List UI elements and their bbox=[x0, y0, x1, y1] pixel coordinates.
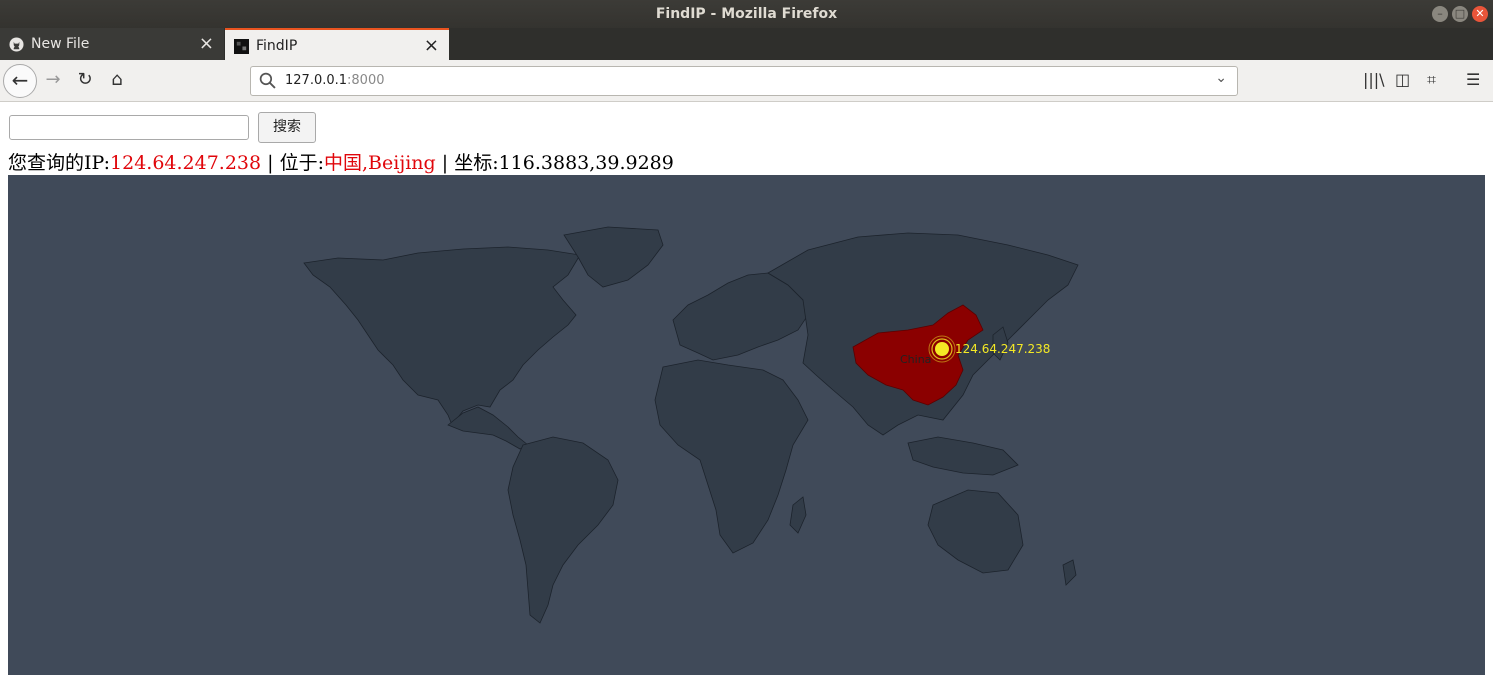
ip-label: 您查询的IP: bbox=[8, 152, 111, 174]
address-bar[interactable]: 127.0.0.1:8000 ⌄ bbox=[250, 66, 1238, 96]
forward-button[interactable]: → bbox=[40, 67, 66, 93]
australia-region[interactable] bbox=[927, 489, 1024, 574]
window-titlebar: FindIP - Mozilla Firefox – □ ✕ bbox=[0, 0, 1493, 28]
screenshot-icon[interactable]: ⌗ bbox=[1427, 70, 1436, 90]
south-america-region[interactable] bbox=[507, 436, 619, 624]
tab-new-file[interactable]: New File × bbox=[0, 28, 224, 60]
back-button[interactable]: ← bbox=[3, 64, 37, 98]
close-window-button[interactable]: ✕ bbox=[1472, 6, 1488, 22]
location-value: 中国,Beijing bbox=[324, 152, 436, 174]
greenland-region[interactable] bbox=[563, 226, 664, 288]
nav-toolbar: ← → ↻ ⌂ 127.0.0.1:8000 ⌄ |||\ ◫ ⌗ ☰ bbox=[0, 60, 1493, 102]
close-tab-icon[interactable]: × bbox=[199, 33, 214, 54]
minimize-button[interactable]: – bbox=[1432, 6, 1448, 22]
search-icon bbox=[259, 72, 276, 89]
home-icon[interactable]: ⌂ bbox=[104, 67, 130, 93]
ip-search-input[interactable] bbox=[9, 115, 249, 140]
world-map[interactable]: China 124.64.247.238 bbox=[8, 175, 1485, 675]
ip-info-line: 您查询的IP:124.64.247.238 | 位于:中国,Beijing | … bbox=[8, 148, 674, 175]
madagascar-region[interactable] bbox=[789, 496, 807, 534]
china-label: China bbox=[900, 353, 931, 366]
marker-label: 124.64.247.238 bbox=[955, 342, 1050, 356]
separator: | bbox=[261, 152, 280, 174]
coordinate-label: 坐标: bbox=[454, 152, 499, 174]
tab-label: FindIP bbox=[256, 38, 298, 54]
ip-value: 124.64.247.238 bbox=[110, 152, 262, 174]
marker-dot bbox=[935, 342, 949, 356]
new-zealand-region[interactable] bbox=[1062, 559, 1077, 586]
tab-findip[interactable]: FindIP × bbox=[225, 28, 449, 60]
reload-button[interactable]: ↻ bbox=[72, 67, 98, 93]
tab-strip: New File × FindIP × + bbox=[0, 28, 1493, 83]
url-host: 127.0.0.1 bbox=[285, 73, 348, 88]
location-label: 位于: bbox=[279, 152, 324, 174]
maximize-button[interactable]: □ bbox=[1452, 6, 1468, 22]
separator: | bbox=[435, 152, 455, 174]
chevron-down-icon[interactable]: ⌄ bbox=[1215, 70, 1227, 86]
land-group bbox=[303, 226, 1079, 624]
page-icon bbox=[234, 39, 249, 54]
close-tab-icon[interactable]: × bbox=[424, 35, 439, 56]
menu-icon[interactable]: ☰ bbox=[1466, 70, 1480, 89]
url-port: :8000 bbox=[347, 73, 385, 88]
southeast-asia-region[interactable] bbox=[907, 436, 1019, 476]
africa-region[interactable] bbox=[654, 359, 809, 554]
search-button[interactable]: 搜索 bbox=[258, 112, 316, 143]
europe-region[interactable] bbox=[672, 272, 809, 361]
world-map-svg[interactable]: China 124.64.247.238 bbox=[8, 175, 1485, 675]
library-icon[interactable]: |||\ bbox=[1363, 70, 1385, 89]
tab-label: New File bbox=[31, 36, 90, 52]
sidebar-icon[interactable]: ◫ bbox=[1395, 70, 1410, 89]
window-title: FindIP - Mozilla Firefox bbox=[655, 6, 838, 22]
url-text: 127.0.0.1:8000 bbox=[285, 73, 385, 88]
north-america-region[interactable] bbox=[303, 246, 581, 426]
github-icon bbox=[9, 37, 24, 52]
coordinate-value: 116.3883,39.9289 bbox=[498, 152, 674, 174]
